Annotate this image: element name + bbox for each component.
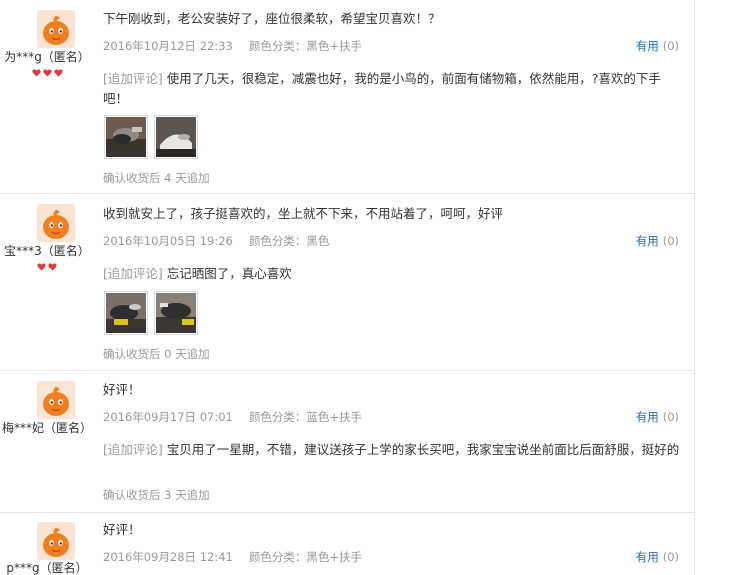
username: p***g（匿名）	[6, 561, 88, 575]
username: 梅***妃（匿名）	[1, 421, 92, 435]
append-review: [追加评论] 宝贝用了一星期，不错，建议送孩子上学的家长买吧，我家宝宝说坐前面比后…	[103, 440, 685, 460]
avatar[interactable]	[37, 522, 75, 560]
useful-count: (0)	[662, 234, 679, 248]
review-meta: 2016年09月28日 12:41 颜色分类：黑色+扶手 有用 (0)	[103, 549, 679, 565]
buyer-credit-badges	[0, 263, 94, 273]
review-list: 为***g（匿名） 下午刚收到，老公安装好了，座位很柔软，希望宝贝喜欢！？ 20…	[0, 0, 694, 575]
review-content: 下午刚收到，老公安装好了，座位很柔软，希望宝贝喜欢！？	[103, 11, 441, 26]
review-content: 收到就安上了，孩子挺喜欢的，坐上就不下来，不用站着了，呵呵，好评	[103, 206, 504, 221]
useful-button[interactable]: 有用 (0)	[636, 233, 679, 249]
append-content: 宝贝用了一星期，不错，建议送孩子上学的家长买吧，我家宝宝说坐前面比后面舒服，挺好…	[166, 442, 680, 457]
useful-count: (0)	[662, 39, 679, 53]
review-photo-thumbnail[interactable]	[154, 115, 198, 159]
useful-label[interactable]: 有用	[636, 234, 659, 248]
heart-icon	[48, 263, 57, 271]
append-content: 忘记晒图了，真心喜欢	[166, 266, 292, 281]
append-tag: [追加评论]	[103, 71, 163, 86]
review-item: p***g（匿名） 好评！ 2016年09月28日 12:41 颜色分类：黑色+扶…	[0, 513, 694, 575]
review-date: 2016年10月12日 22:33	[103, 39, 233, 53]
useful-button[interactable]: 有用 (0)	[636, 409, 679, 425]
heart-icon	[42, 69, 52, 77]
useful-label[interactable]: 有用	[636, 410, 659, 424]
avatar[interactable]	[37, 381, 75, 419]
review-content: 好评！	[103, 522, 141, 537]
append-time-note: 确认收货后 4 天追加	[103, 171, 210, 185]
review-photos	[104, 115, 204, 159]
review-meta: 2016年10月12日 22:33 颜色分类：黑色+扶手 有用 (0)	[103, 38, 679, 54]
useful-button[interactable]: 有用 (0)	[636, 549, 679, 565]
append-review: [追加评论] 忘记晒图了，真心喜欢	[103, 264, 685, 284]
heart-icon	[53, 69, 63, 77]
review-photo-thumbnail[interactable]	[104, 115, 148, 159]
review-date: 2016年10月05日 19:26	[103, 234, 233, 248]
append-time-note: 确认收货后 3 天追加	[103, 488, 210, 502]
useful-button[interactable]: 有用 (0)	[636, 38, 679, 54]
review-photo-thumbnail[interactable]	[154, 291, 198, 335]
useful-label[interactable]: 有用	[636, 550, 659, 564]
username: 宝***3（匿名）	[4, 244, 90, 258]
review-date: 2016年09月17日 07:01	[103, 410, 233, 424]
sku-info: 颜色分类：蓝色+扶手	[248, 410, 362, 424]
heart-icon	[31, 69, 41, 77]
useful-count: (0)	[662, 410, 679, 424]
heart-icon	[37, 263, 46, 271]
review-item: 为***g（匿名） 下午刚收到，老公安装好了，座位很柔软，希望宝贝喜欢！？ 20…	[0, 0, 694, 193]
review-photos	[104, 291, 204, 335]
avatar[interactable]	[37, 204, 75, 242]
sku-info: 颜色分类：黑色+扶手	[248, 550, 362, 564]
review-meta: 2016年10月05日 19:26 颜色分类：黑色 有用 (0)	[103, 233, 679, 249]
review-meta: 2016年09月17日 07:01 颜色分类：蓝色+扶手 有用 (0)	[103, 409, 679, 425]
useful-label[interactable]: 有用	[636, 39, 659, 53]
append-content: 使用了几天，很稳定，减震也好，我的是小鸟的，前面有储物箱，依然能用，?喜欢的下手…	[103, 71, 661, 106]
right-gutter	[695, 0, 750, 575]
buyer-credit-badges	[0, 69, 94, 79]
review-item: 梅***妃（匿名） 好评！ 2016年09月17日 07:01 颜色分类：蓝色+扶…	[0, 371, 694, 512]
avatar[interactable]	[37, 10, 75, 48]
append-tag: [追加评论]	[103, 266, 163, 281]
sku-info: 颜色分类：黑色	[248, 234, 330, 248]
review-item: 宝***3（匿名） 收到就安上了，孩子挺喜欢的，坐上就不下来，不用站着了，呵呵，…	[0, 194, 694, 370]
append-tag: [追加评论]	[103, 442, 163, 457]
review-date: 2016年09月28日 12:41	[103, 550, 233, 564]
review-content: 好评！	[103, 382, 141, 397]
review-photo-thumbnail[interactable]	[104, 291, 148, 335]
append-review: [追加评论] 使用了几天，很稳定，减震也好，我的是小鸟的，前面有储物箱，依然能用，…	[103, 69, 685, 109]
append-time-note: 确认收货后 0 天追加	[103, 347, 210, 361]
username: 为***g（匿名）	[4, 50, 90, 64]
sku-info: 颜色分类：黑色+扶手	[248, 39, 362, 53]
useful-count: (0)	[662, 550, 679, 564]
